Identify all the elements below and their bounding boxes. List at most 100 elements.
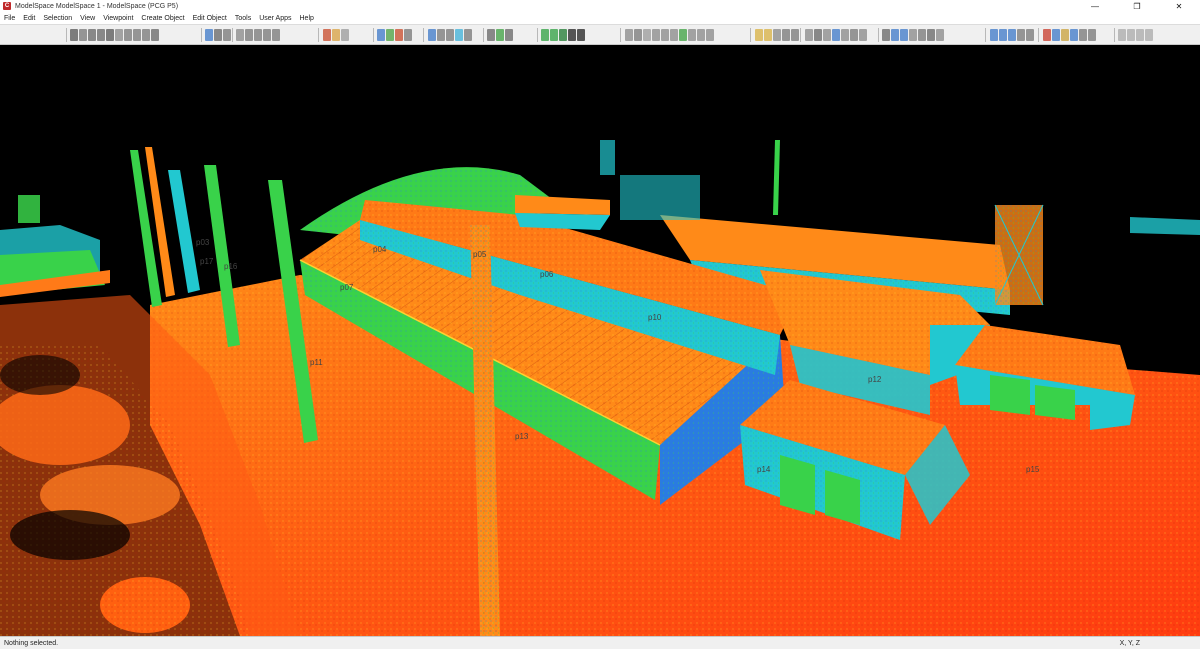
point-label[interactable]: p12 (868, 375, 881, 384)
point-label[interactable]: p04 (373, 245, 386, 254)
toolbar-tool-icon[interactable] (395, 29, 403, 41)
toolbar-tool-icon[interactable] (1052, 29, 1060, 41)
menu-user-apps[interactable]: User Apps (255, 15, 295, 22)
menu-view[interactable]: View (76, 15, 99, 22)
toolbar-tool-icon[interactable] (236, 29, 244, 41)
toolbar-tool-icon[interactable] (151, 29, 159, 41)
toolbar-tool-icon[interactable] (909, 29, 917, 41)
toolbar-tool-icon[interactable] (634, 29, 642, 41)
toolbar-tool-icon[interactable] (254, 29, 262, 41)
menu-selection[interactable]: Selection (39, 15, 76, 22)
toolbar-tool-icon[interactable] (1061, 29, 1069, 41)
toolbar-tool-icon[interactable] (223, 29, 231, 41)
point-label[interactable]: p05 (473, 250, 486, 259)
point-label[interactable]: p07 (340, 283, 353, 292)
toolbar-tool-icon[interactable] (643, 29, 651, 41)
menu-edit-object[interactable]: Edit Object (189, 15, 231, 22)
point-label[interactable]: p17 (200, 257, 213, 266)
toolbar-tool-icon[interactable] (697, 29, 705, 41)
toolbar-tool-icon[interactable] (823, 29, 831, 41)
toolbar-tool-icon[interactable] (755, 29, 763, 41)
toolbar-tool-icon[interactable] (850, 29, 858, 41)
toolbar-tool-icon[interactable] (1136, 29, 1144, 41)
toolbar-tool-icon[interactable] (661, 29, 669, 41)
toolbar-tool-icon[interactable] (332, 29, 340, 41)
toolbar-tool-icon[interactable] (805, 29, 813, 41)
toolbar-tool-icon[interactable] (1026, 29, 1034, 41)
maximize-button[interactable]: ❐ (1116, 0, 1158, 12)
toolbar-tool-icon[interactable] (428, 29, 436, 41)
toolbar-tool-icon[interactable] (97, 29, 105, 41)
menu-help[interactable]: Help (296, 15, 318, 22)
point-label[interactable]: p14 (757, 465, 770, 474)
toolbar-tool-icon[interactable] (124, 29, 132, 41)
app-icon[interactable]: C (3, 2, 11, 10)
toolbar-tool-icon[interactable] (487, 29, 495, 41)
toolbar-tool-icon[interactable] (773, 29, 781, 41)
toolbar-tool-icon[interactable] (133, 29, 141, 41)
toolbar-tool-icon[interactable] (496, 29, 504, 41)
toolbar-tool-icon[interactable] (1088, 29, 1096, 41)
toolbar-tool-icon[interactable] (70, 29, 78, 41)
toolbar-tool-icon[interactable] (88, 29, 96, 41)
toolbar-tool-icon[interactable] (1079, 29, 1087, 41)
toolbar-tool-icon[interactable] (1070, 29, 1078, 41)
toolbar-tool-icon[interactable] (859, 29, 867, 41)
toolbar-tool-icon[interactable] (782, 29, 790, 41)
toolbar-tool-icon[interactable] (446, 29, 454, 41)
toolbar-tool-icon[interactable] (1127, 29, 1135, 41)
toolbar-tool-icon[interactable] (670, 29, 678, 41)
toolbar-tool-icon[interactable] (505, 29, 513, 41)
toolbar-tool-icon[interactable] (652, 29, 660, 41)
toolbar-tool-icon[interactable] (205, 29, 213, 41)
toolbar-tool-icon[interactable] (891, 29, 899, 41)
point-label[interactable]: p15 (1026, 465, 1039, 474)
menu-viewpoint[interactable]: Viewpoint (99, 15, 137, 22)
toolbar-tool-icon[interactable] (559, 29, 567, 41)
toolbar-tool-icon[interactable] (272, 29, 280, 41)
toolbar-tool-icon[interactable] (706, 29, 714, 41)
toolbar-tool-icon[interactable] (764, 29, 772, 41)
toolbar-tool-icon[interactable] (115, 29, 123, 41)
toolbar-tool-icon[interactable] (1118, 29, 1126, 41)
toolbar-tool-icon[interactable] (625, 29, 633, 41)
toolbar-tool-icon[interactable] (245, 29, 253, 41)
close-button[interactable]: ✕ (1158, 0, 1200, 12)
toolbar-tool-icon[interactable] (341, 29, 349, 41)
point-label[interactable]: p06 (540, 270, 553, 279)
toolbar-tool-icon[interactable] (455, 29, 463, 41)
menu-tools[interactable]: Tools (231, 15, 255, 22)
toolbar-tool-icon[interactable] (464, 29, 472, 41)
toolbar-tool-icon[interactable] (79, 29, 87, 41)
point-label[interactable]: p11 (310, 358, 323, 367)
toolbar-tool-icon[interactable] (386, 29, 394, 41)
toolbar-tool-icon[interactable] (550, 29, 558, 41)
toolbar-tool-icon[interactable] (1008, 29, 1016, 41)
toolbar-tool-icon[interactable] (568, 29, 576, 41)
toolbar-tool-icon[interactable] (999, 29, 1007, 41)
toolbar-tool-icon[interactable] (1017, 29, 1025, 41)
toolbar-tool-icon[interactable] (900, 29, 908, 41)
toolbar-tool-icon[interactable] (679, 29, 687, 41)
toolbar-tool-icon[interactable] (263, 29, 271, 41)
toolbar-tool-icon[interactable] (814, 29, 822, 41)
menu-file[interactable]: File (0, 15, 19, 22)
toolbar-tool-icon[interactable] (142, 29, 150, 41)
toolbar-tool-icon[interactable] (688, 29, 696, 41)
toolbar-tool-icon[interactable] (832, 29, 840, 41)
toolbar-tool-icon[interactable] (841, 29, 849, 41)
point-cloud-viewport[interactable]: p03 p04 p05 p06 p07 p10 p11 p12 p13 p14 … (0, 45, 1200, 636)
toolbar-tool-icon[interactable] (918, 29, 926, 41)
menu-edit[interactable]: Edit (19, 15, 39, 22)
toolbar-tool-icon[interactable] (882, 29, 890, 41)
point-label[interactable]: p03 (196, 238, 209, 247)
toolbar-tool-icon[interactable] (791, 29, 799, 41)
toolbar-tool-icon[interactable] (1145, 29, 1153, 41)
toolbar-tool-icon[interactable] (377, 29, 385, 41)
toolbar-tool-icon[interactable] (990, 29, 998, 41)
toolbar-tool-icon[interactable] (577, 29, 585, 41)
point-label[interactable]: p10 (648, 313, 661, 322)
point-label[interactable]: p13 (515, 432, 528, 441)
menu-create-object[interactable]: Create Object (137, 15, 188, 22)
toolbar-tool-icon[interactable] (541, 29, 549, 41)
